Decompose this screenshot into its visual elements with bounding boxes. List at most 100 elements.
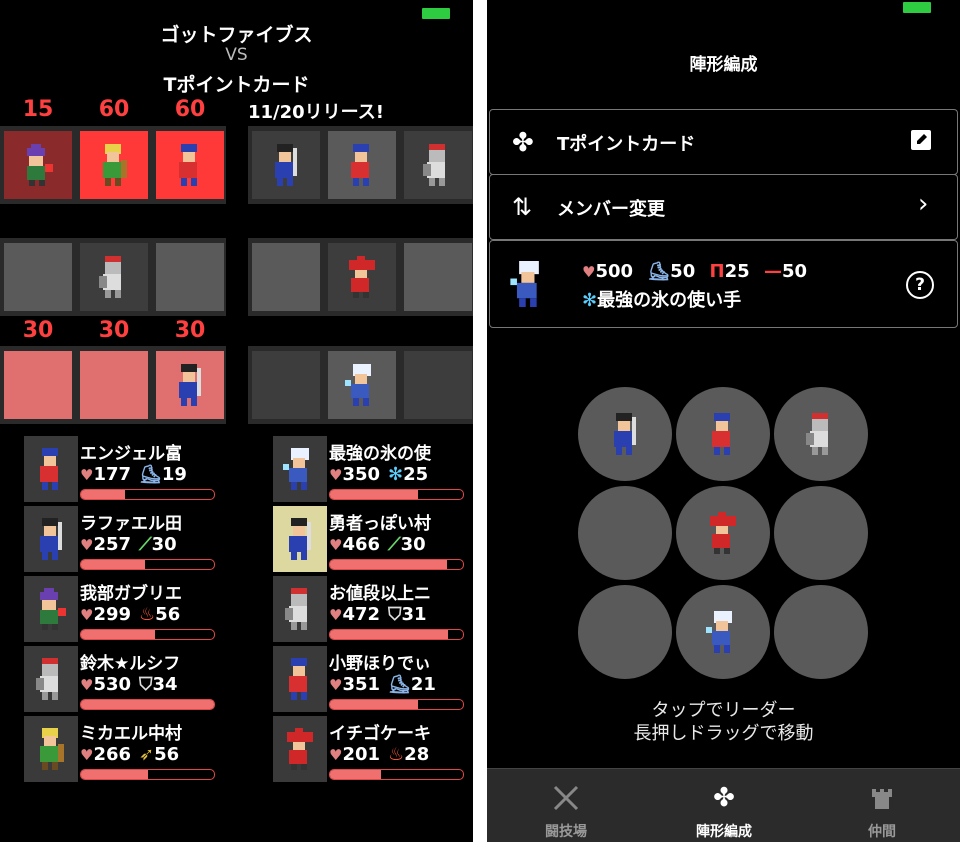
swap-arrows-icon: ⇅: [512, 193, 533, 221]
damage-number: 30: [174, 318, 206, 343]
edit-icon[interactable]: [911, 130, 931, 150]
member-avatar: [24, 436, 78, 502]
member-avatar: [24, 646, 78, 712]
member-stats: ♥472 ⛉31: [329, 604, 427, 625]
formation-cell: [252, 351, 320, 419]
hp-bar-fill: [81, 770, 148, 779]
leader-title: 最強の氷の使い手: [597, 290, 742, 311]
formation-slot[interactable]: [578, 585, 672, 679]
member-hp: 350: [342, 464, 381, 485]
member-name: お値段以上ニ: [329, 584, 431, 604]
member-stat: 56: [154, 744, 180, 765]
wizard-sprite-icon: [34, 588, 68, 630]
heart-icon: ♥: [329, 676, 343, 694]
formation-cell: [404, 351, 472, 419]
member-card[interactable]: イチゴケーキ ♥201 ♨28: [273, 716, 473, 782]
tab-formation[interactable]: ✤ 陣形編成: [645, 769, 803, 842]
formation-slot[interactable]: [578, 387, 672, 481]
hp-bar: [329, 699, 464, 710]
hp-bar: [80, 489, 215, 500]
hero-sprite-icon: [345, 144, 379, 186]
heart-icon: ♥: [329, 536, 343, 554]
member-card[interactable]: 最強の氷の使 ♥350 ✻25: [273, 436, 473, 502]
member-stat: 31: [401, 604, 427, 625]
page-title: 陣形編成: [689, 55, 758, 75]
team1-title: ゴットファイブス: [160, 24, 313, 46]
help-icon[interactable]: ?: [906, 271, 934, 299]
ice-icon: ✻: [388, 464, 404, 485]
boot-icon: ⛸: [647, 261, 671, 282]
hp-bar-fill: [330, 700, 418, 709]
member-stats: ♥201 ♨28: [329, 744, 429, 765]
formation-slot[interactable]: [676, 486, 770, 580]
member-avatar: [273, 716, 327, 782]
arrow-icon: ➶: [139, 744, 155, 765]
member-name: ラファエル田: [80, 514, 182, 534]
formation-slot[interactable]: [774, 387, 868, 481]
hp-bar-fill: [81, 560, 145, 569]
formation-slot[interactable]: [676, 585, 770, 679]
member-stat: 30: [151, 534, 177, 555]
knight-sprite-icon: [804, 413, 838, 455]
member-card[interactable]: お値段以上ニ ♥472 ⛉31: [273, 576, 473, 642]
wizard-sprite-icon: [21, 144, 55, 186]
tab-bar: 闘技場 ✤ 陣形編成 仲間: [487, 768, 960, 842]
formation-cell: [252, 131, 320, 199]
member-hp: 466: [342, 534, 381, 555]
member-stat: 30: [400, 534, 426, 555]
hp-bar: [329, 769, 464, 780]
member-card[interactable]: 勇者っぽい村 ♥466 ⟋30: [273, 506, 473, 572]
member-name: 鈴木★ルシフ: [80, 654, 181, 674]
ice-mage-sprite-icon: [345, 364, 379, 406]
member-avatar: [273, 646, 327, 712]
tab-arena[interactable]: 闘技場: [487, 769, 645, 842]
member-hp: 530: [93, 674, 132, 695]
member-card[interactable]: ミカエル中村 ♥266 ➶56: [24, 716, 224, 782]
damage-number: 60: [174, 97, 206, 122]
formation-slot[interactable]: [774, 486, 868, 580]
battery-icon: [903, 2, 931, 13]
member-card[interactable]: 小野ほりでぃ ♥351 ⛸21: [273, 646, 473, 712]
formation-cell: [80, 243, 148, 311]
heart-icon: ♥: [80, 536, 94, 554]
member-avatar: [24, 576, 78, 642]
formation-slot[interactable]: [676, 387, 770, 481]
member-stats: ♥266 ➶56: [80, 744, 179, 765]
hp-bar: [329, 489, 464, 500]
member-card[interactable]: ラファエル田 ♥257 ⟋30: [24, 506, 224, 572]
swordsman-sprite-icon: [283, 518, 317, 560]
member-hp: 266: [93, 744, 132, 765]
formation-cell: [328, 131, 396, 199]
hp-bar: [329, 629, 464, 640]
team-name-row[interactable]: ✤ Tポイントカード: [489, 109, 958, 175]
member-stats: ♥351 ⛸21: [329, 674, 436, 695]
member-hp: 472: [342, 604, 381, 625]
fire-icon: ♨: [139, 604, 156, 625]
member-card[interactable]: エンジェル富 ♥177 ⛸19: [24, 436, 224, 502]
hp-bar-fill: [81, 630, 156, 639]
formation-icon: ✤: [713, 783, 735, 813]
hero-sprite-icon: [34, 448, 68, 490]
leader-hp: 500: [595, 261, 634, 282]
formation-slot[interactable]: [774, 585, 868, 679]
tab-allies[interactable]: 仲間: [803, 769, 960, 842]
leader-skill: ✻最強の氷の使い手: [582, 286, 741, 312]
battle-preview-panel: ゴットファイブス VS Tポイントカード 15 60 60 11/20リリース!…: [0, 0, 473, 842]
heart-icon: ♥: [80, 466, 94, 484]
elf-archer-sprite-icon: [97, 144, 131, 186]
member-card[interactable]: 我部ガブリエ ♥299 ♨56: [24, 576, 224, 642]
damage-number: 30: [22, 318, 54, 343]
member-change-row[interactable]: ⇅ メンバー変更 ›: [489, 174, 958, 240]
member-card[interactable]: 鈴木★ルシフ ♥530 ⛉34: [24, 646, 224, 712]
member-hp: 201: [342, 744, 381, 765]
formation-cell: [4, 243, 72, 311]
leader-info-row[interactable]: ♥500 ⛸50 Π25 —50 ✻最強の氷の使い手 ?: [489, 240, 958, 328]
member-stats: ♥299 ♨56: [80, 604, 180, 625]
formation-cell: [328, 243, 396, 311]
hp-bar: [80, 629, 215, 640]
tab-label: 仲間: [868, 824, 896, 840]
formation-slot[interactable]: [578, 486, 672, 580]
team-name-label: Tポイントカード: [557, 134, 696, 155]
member-name: 勇者っぽい村: [329, 514, 431, 534]
member-avatar: [24, 716, 78, 782]
